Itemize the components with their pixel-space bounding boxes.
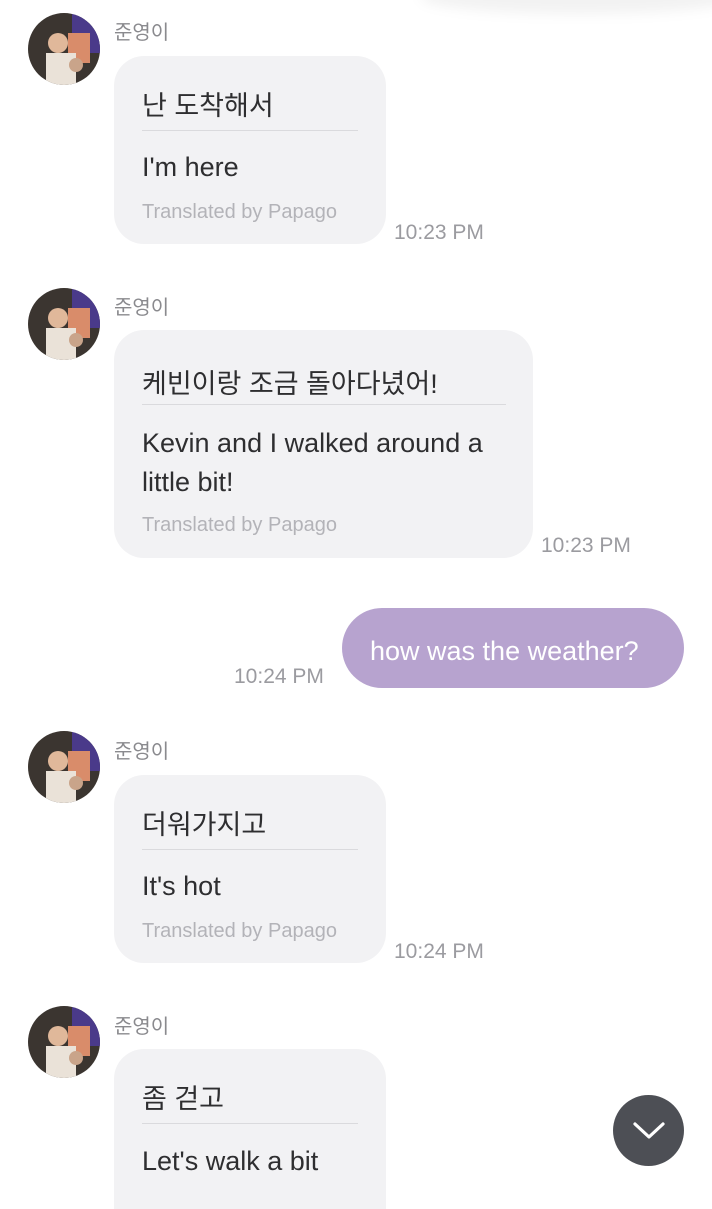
timestamp: 10:24 PM — [394, 940, 484, 963]
sender-name: 준영이 — [114, 297, 170, 319]
outgoing-text: how was the weather? — [370, 636, 639, 666]
translated-text: Let's walk a bit — [142, 1146, 319, 1176]
sender-name: 준영이 — [114, 741, 170, 763]
translated-text: It's hot — [142, 871, 221, 901]
original-text: 더워가지고 — [142, 810, 267, 840]
timestamp: 10:24 PM — [234, 665, 324, 688]
timestamp: 10:23 PM — [541, 534, 631, 557]
sender-name: 준영이 — [114, 1016, 170, 1038]
avatar[interactable] — [28, 13, 100, 85]
timestamp: 10:23 PM — [394, 221, 484, 244]
outgoing-message-bubble[interactable]: how was the weather? — [342, 608, 684, 688]
divider — [142, 130, 358, 131]
translated-text-line: little bit! — [142, 467, 234, 497]
translated-text: I'm here — [142, 152, 239, 182]
top-shadow — [420, 0, 712, 14]
translation-credit: Translated by Papago — [142, 201, 337, 223]
original-text: 케빈이랑 조금 돌아다녔어! — [142, 369, 438, 399]
divider — [142, 1123, 358, 1124]
message-bubble[interactable]: 난 도착해서 I'm here Translated by Papago — [114, 56, 386, 244]
chevron-down-icon — [632, 1121, 665, 1139]
avatar[interactable] — [28, 1006, 100, 1078]
divider — [142, 404, 506, 405]
avatar[interactable] — [28, 288, 100, 360]
avatar[interactable] — [28, 731, 100, 803]
divider — [142, 849, 358, 850]
translation-credit: Translated by Papago — [142, 514, 337, 536]
scroll-to-bottom-button[interactable] — [613, 1095, 684, 1166]
sender-name: 준영이 — [114, 22, 170, 44]
message-bubble[interactable]: 좀 걷고 Let's walk a bit — [114, 1049, 386, 1209]
translation-credit: Translated by Papago — [142, 920, 337, 942]
original-text: 좀 걷고 — [142, 1084, 225, 1114]
original-text: 난 도착해서 — [142, 91, 274, 121]
message-bubble[interactable]: 더워가지고 It's hot Translated by Papago — [114, 775, 386, 963]
message-bubble[interactable]: 케빈이랑 조금 돌아다녔어! Kevin and I walked around… — [114, 330, 533, 558]
translated-text-line: Kevin and I walked around a — [142, 428, 483, 458]
